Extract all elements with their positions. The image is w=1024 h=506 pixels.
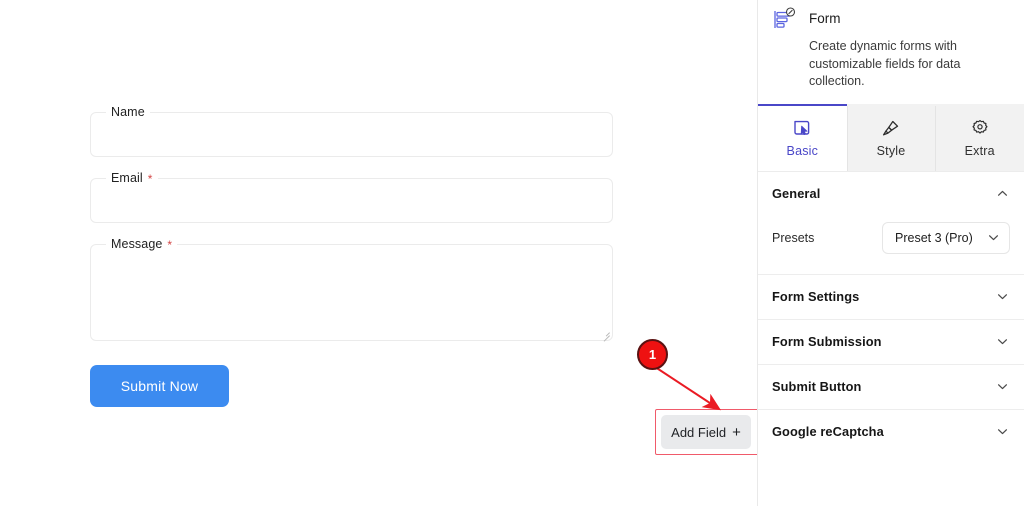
field-email-label: Email * — [106, 171, 158, 186]
field-name[interactable]: Name — [90, 105, 613, 157]
email-input[interactable] — [91, 179, 612, 222]
annotation-step-number: 1 — [648, 347, 657, 362]
section-form-submission[interactable]: Form Submission — [758, 320, 1024, 364]
widget-title: Form — [809, 11, 841, 26]
widget-header: Form — [758, 0, 1024, 33]
gear-icon — [970, 118, 990, 138]
plus-icon: + — [732, 423, 741, 441]
chevron-down-icon — [996, 380, 1009, 393]
field-message-label-text: Message — [111, 237, 163, 251]
section-google-recaptcha[interactable]: Google reCaptcha — [758, 410, 1024, 454]
chevron-up-icon — [996, 187, 1009, 200]
presets-select-value: Preset 3 (Pro) — [895, 230, 973, 245]
message-textarea[interactable] — [91, 245, 612, 340]
chevron-down-icon — [987, 231, 1000, 244]
section-google-recaptcha-title: Google reCaptcha — [772, 424, 884, 439]
add-field-button[interactable]: Add Field + — [661, 415, 751, 449]
field-name-label-text: Name — [111, 105, 145, 119]
section-general-title: General — [772, 186, 821, 201]
form-widget-icon — [772, 7, 798, 33]
field-email[interactable]: Email * — [90, 171, 613, 223]
section-form-settings-title: Form Settings — [772, 289, 860, 304]
tab-extra-label: Extra — [964, 144, 995, 158]
field-email-label-text: Email — [111, 171, 143, 185]
form-preview-canvas: Name Email * Message * Submit Now 1 Add … — [0, 0, 757, 506]
field-name-label: Name — [106, 105, 150, 120]
name-input[interactable] — [91, 113, 612, 156]
tab-extra[interactable]: Extra — [935, 103, 1024, 171]
presets-label: Presets — [772, 230, 815, 245]
widget-description: Create dynamic forms with customizable f… — [809, 39, 961, 88]
tab-style-label: Style — [876, 144, 906, 158]
presets-select[interactable]: Preset 3 (Pro) — [882, 221, 1010, 254]
required-asterisk: * — [167, 238, 173, 252]
section-form-submission-title: Form Submission — [772, 334, 882, 349]
presets-row: Presets Preset 3 (Pro) — [758, 216, 1024, 274]
chevron-down-icon — [996, 335, 1009, 348]
tab-basic[interactable]: Basic — [758, 103, 847, 171]
settings-panel: Form Create dynamic forms with customiza… — [757, 0, 1024, 506]
section-form-settings[interactable]: Form Settings — [758, 275, 1024, 319]
paint-brush-icon — [881, 118, 901, 138]
cursor-square-icon — [792, 118, 812, 138]
field-message-label: Message * — [106, 237, 178, 252]
tab-style[interactable]: Style — [846, 103, 936, 171]
tab-basic-label: Basic — [786, 144, 819, 158]
chevron-down-icon — [996, 290, 1009, 303]
contact-form: Name Email * Message * Submit Now — [90, 105, 613, 407]
editor-window: Name Email * Message * Submit Now 1 Add … — [0, 0, 1024, 506]
field-message[interactable]: Message * — [90, 237, 613, 342]
section-general[interactable]: General — [758, 172, 1024, 216]
section-submit-button[interactable]: Submit Button — [758, 365, 1024, 409]
add-field-label: Add Field — [671, 424, 727, 440]
annotation-step-marker: 1 — [637, 339, 668, 370]
chevron-down-icon — [996, 425, 1009, 438]
submit-now-button[interactable]: Submit Now — [90, 365, 229, 407]
section-submit-button-title: Submit Button — [772, 379, 862, 394]
panel-tabs: Basic Style Extra — [758, 103, 1024, 172]
required-asterisk: * — [147, 172, 153, 186]
